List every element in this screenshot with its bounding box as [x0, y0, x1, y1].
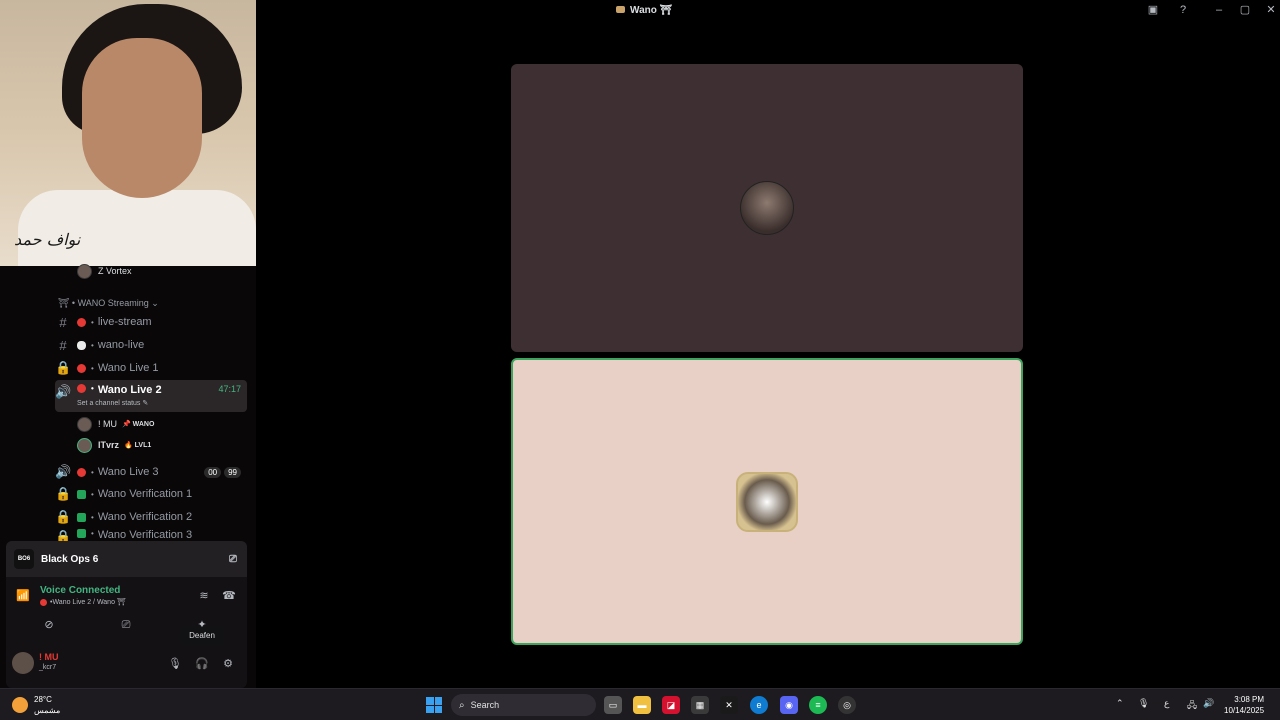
channel-wano-verification-1[interactable]: 🔒 • Wano Verification 1: [55, 483, 247, 505]
red-circle-icon: [40, 598, 47, 606]
amd-icon[interactable]: ◪: [662, 696, 680, 714]
avatar: [736, 472, 798, 532]
voice-tile-speaking[interactable]: [511, 358, 1023, 645]
signal-icon[interactable]: 📶: [14, 588, 32, 604]
share-screen-icon[interactable]: ⎚: [117, 617, 135, 633]
screen-share-icon[interactable]: ⎚: [229, 554, 237, 565]
headphones-icon[interactable]: 🎧: [193, 656, 211, 672]
avatar: [77, 263, 92, 279]
tooltip: Deafen: [180, 627, 224, 645]
help-icon[interactable]: ?: [1175, 3, 1191, 17]
member-partial[interactable]: Z Vortex: [77, 262, 132, 280]
lock-icon: 🔒: [55, 529, 72, 541]
inbox-icon[interactable]: ▣: [1145, 3, 1161, 17]
file-explorer-icon[interactable]: ▬: [633, 696, 651, 714]
red-circle-icon: [77, 467, 86, 477]
red-circle-icon: [77, 384, 86, 393]
search-input[interactable]: ⌕ Search: [451, 694, 596, 716]
username[interactable]: ! MU: [39, 652, 59, 662]
rose-emoji-icon: [77, 317, 86, 327]
avatar: [77, 416, 92, 432]
microphone-icon[interactable]: 🎙: [166, 656, 184, 672]
check-emoji-icon: [77, 489, 86, 499]
camera-off-icon[interactable]: ⊘: [40, 617, 58, 633]
pencil-icon: ✎: [142, 400, 149, 407]
maximize-icon[interactable]: ▢: [1237, 3, 1253, 17]
microphone-icon[interactable]: 🎙: [1138, 698, 1149, 709]
channel-live-stream[interactable]: # • live-stream: [55, 311, 247, 333]
voice-status[interactable]: Voice Connected: [40, 585, 120, 596]
activity-bar[interactable]: BO6 Black Ops 6 ⎚: [6, 541, 247, 577]
speaker-icon: 🔊: [55, 384, 72, 399]
gear-icon[interactable]: ⚙: [219, 656, 237, 672]
start-button[interactable]: [426, 697, 442, 713]
check-emoji-icon: [77, 529, 86, 538]
avatar: [77, 437, 92, 453]
language-indicator[interactable]: ع: [1164, 698, 1169, 709]
chevron-up-icon[interactable]: ⌃: [1116, 698, 1124, 709]
overlay-photo: نواف حمد: [0, 0, 256, 266]
channel-wano-verification-2[interactable]: 🔒 • Wano Verification 2: [55, 506, 247, 528]
category-header[interactable]: ⛩ • WANO Streaming ⌄: [58, 298, 159, 309]
network-icon[interactable]: 🖧: [1187, 698, 1197, 714]
task-view-icon[interactable]: ▭: [604, 696, 622, 714]
taskbar: 28°C مشمس ⌕ Search ▭ ▬ ◪ ▦ ✕ e ◉ ≡ ◎ ⌃ 🎙 ع…: [0, 688, 1280, 720]
channel-timer: 47:17: [218, 384, 241, 394]
sun-icon: [12, 697, 28, 713]
lock-icon: 🔒: [55, 486, 72, 501]
speaker-icon: 🔊: [55, 464, 72, 479]
volume-icon[interactable]: 🔊: [1203, 698, 1214, 709]
weather-widget[interactable]: 28°C مشمس: [12, 694, 60, 716]
avatar[interactable]: [12, 652, 34, 674]
channel-wano-live-3[interactable]: 🔊 • Wano Live 3 00 99: [55, 461, 247, 483]
avatar: [740, 181, 794, 235]
minimize-icon[interactable]: –: [1211, 3, 1227, 17]
user-tag: _kcr7: [39, 664, 57, 671]
voice-channel-link[interactable]: • Wano Live 2 / Wano ⛩: [40, 598, 126, 606]
hash-icon: #: [59, 314, 67, 330]
channel-status-placeholder[interactable]: Set a channel status ✎: [77, 399, 148, 407]
noise-suppression-icon[interactable]: ≋: [195, 588, 213, 604]
disconnect-icon[interactable]: ☎: [220, 588, 238, 604]
edge-icon[interactable]: e: [750, 696, 768, 714]
check-emoji-icon: [77, 512, 86, 522]
channel-wano-live[interactable]: # • wano-live: [55, 334, 247, 356]
channel-wano-verification-3[interactable]: 🔒 • Wano Verification 3: [55, 529, 247, 541]
search-icon: ⌕: [459, 699, 465, 711]
user-limit-badge: 00 99: [201, 466, 241, 478]
category-icon: ⛩ •: [58, 298, 78, 308]
lock-icon: 🔒: [55, 509, 72, 524]
red-circle-icon: [77, 363, 86, 373]
game-logo-icon: BO6: [14, 549, 34, 569]
channel-wano-live-2[interactable]: 🔊 • Wano Live 2 47:17: [55, 380, 247, 412]
clock[interactable]: 3:08 PM 10/14/2025: [1224, 694, 1264, 716]
discord-icon[interactable]: ◉: [780, 696, 798, 714]
close-icon[interactable]: ✕: [1263, 3, 1279, 17]
photo-signature: نواف حمد: [14, 230, 81, 249]
store-icon[interactable]: ▦: [691, 696, 709, 714]
photo-shirt: [18, 190, 256, 266]
channel-wano-live-1[interactable]: 🔒 • Wano Live 1: [55, 357, 247, 379]
voice-member[interactable]: lTvrz 🔥 LVL1: [77, 436, 151, 454]
voice-member[interactable]: ! MU 📌 WANO: [77, 415, 154, 433]
server-icon: [616, 6, 625, 13]
chrome-icon[interactable]: ◎: [838, 696, 856, 714]
title-bar: Wano ⛩ ▣ ? – ▢ ✕: [256, 0, 1280, 22]
xbox-icon[interactable]: ✕: [720, 696, 738, 714]
speech-emoji-icon: [77, 340, 86, 350]
lock-icon: 🔒: [55, 360, 72, 375]
hash-icon: #: [59, 337, 67, 353]
voice-tile[interactable]: [511, 64, 1023, 352]
window-title: Wano ⛩: [616, 5, 672, 16]
spotify-icon[interactable]: ≡: [809, 696, 827, 714]
photo-face: [82, 38, 202, 198]
